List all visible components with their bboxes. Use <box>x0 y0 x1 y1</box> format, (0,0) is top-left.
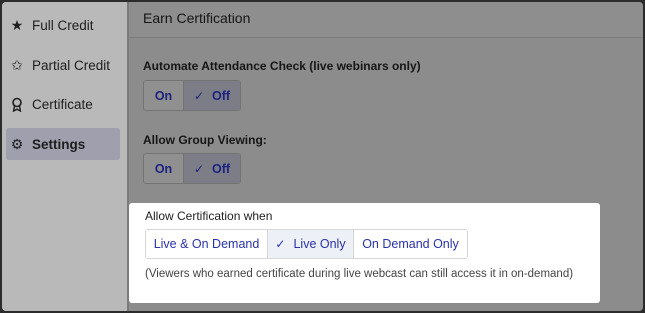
automate-attendance-label: Automate Attendance Check (live webinars… <box>143 59 421 73</box>
star-filled-icon: ★ <box>10 16 24 33</box>
sidebar-item-label: Full Credit <box>32 17 94 33</box>
sidebar-item-full-credit[interactable]: ★ Full Credit <box>6 9 120 41</box>
sidebar-item-certificate[interactable]: Certificate <box>6 88 120 120</box>
group-viewing-toggle: On ✓ Off <box>143 153 241 184</box>
automate-on-button[interactable]: On <box>144 81 183 110</box>
ribbon-badge-icon <box>6 97 28 112</box>
automate-attendance-toggle: On ✓ Off <box>143 80 241 111</box>
option-live-only[interactable]: ✓ Live Only <box>267 230 353 258</box>
sidebar-item-label: Certificate <box>32 96 93 112</box>
option-on-demand-only[interactable]: On Demand Only <box>353 230 467 258</box>
group-off-button[interactable]: ✓ Off <box>183 154 240 183</box>
option-label: On Demand Only <box>362 237 459 251</box>
option-label: Off <box>212 88 231 103</box>
option-label: On <box>154 161 173 176</box>
sidebar-item-label: Partial Credit <box>32 57 111 73</box>
option-label: Off <box>212 161 231 176</box>
app-window: ★ Full Credit ✩ Partial Credit Certifica… <box>2 2 643 311</box>
check-icon: ✓ <box>193 161 204 176</box>
check-icon: ✓ <box>193 88 204 103</box>
certification-highlight-card: Allow Certification when Live & On Deman… <box>129 203 600 303</box>
automate-off-button[interactable]: ✓ Off <box>183 81 240 110</box>
sidebar-item-settings[interactable]: ⚙ Settings <box>6 128 120 160</box>
panel-header: Earn Certification <box>129 2 643 38</box>
page-title: Earn Certification <box>143 10 251 26</box>
check-icon: ✓ <box>275 237 286 251</box>
sidebar-item-label: Settings <box>32 136 86 152</box>
option-live-and-on-demand[interactable]: Live & On Demand <box>146 230 267 258</box>
gear-icon: ⚙ <box>10 135 24 152</box>
star-half-icon: ✩ <box>11 56 23 73</box>
group-on-button[interactable]: On <box>144 154 183 183</box>
group-viewing-label: Allow Group Viewing: <box>143 133 267 147</box>
allow-certification-label: Allow Certification when <box>145 209 273 223</box>
option-label: On <box>154 88 173 103</box>
certification-note: (Viewers who earned certificate during l… <box>145 268 574 280</box>
option-label: Live Only <box>293 237 346 251</box>
sidebar: ★ Full Credit ✩ Partial Credit Certifica… <box>2 2 127 311</box>
certification-segmented-control: Live & On Demand ✓ Live Only On Demand O… <box>145 229 468 259</box>
sidebar-item-partial-credit[interactable]: ✩ Partial Credit <box>6 49 120 81</box>
option-label: Live & On Demand <box>153 237 260 251</box>
